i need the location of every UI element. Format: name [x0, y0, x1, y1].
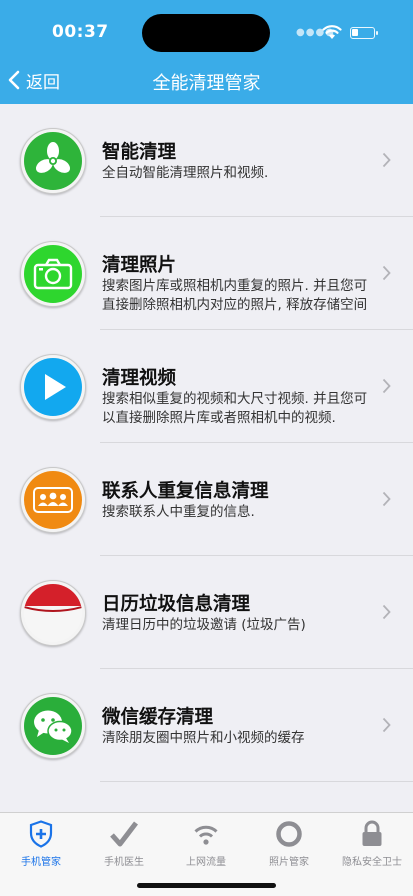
item-title: 日历垃圾信息清理 — [102, 594, 251, 615]
tab-label: 照片管家 — [269, 857, 309, 868]
item-description: 清除朋友圈中照片和小视频的缓存 — [102, 730, 305, 746]
item-icon-frame — [20, 128, 86, 194]
contacts-icon — [24, 471, 82, 529]
item-title: 清理视频 — [102, 368, 177, 389]
lock-icon — [362, 820, 382, 846]
ring-icon — [276, 821, 302, 847]
item-icon-frame — [20, 354, 86, 420]
tab-label: 手机医生 — [104, 857, 144, 868]
row-divider — [100, 781, 413, 782]
item-icon-frame — [20, 693, 86, 759]
tab-label: 手机管家 — [21, 857, 61, 868]
item-description: 搜索图片库或照相机内重复的照片. 并且您可直接删除照相机内对应的照片, 释放存储… — [102, 278, 368, 313]
navigation-bar: 返回 全能清理管家 — [0, 56, 413, 104]
chevron-right-icon — [382, 152, 391, 168]
fan-icon — [24, 132, 82, 190]
item-description: 搜索相似重复的视频和大尺寸视频. 并且您可以直接删除照片库或者照相机中的视频. — [102, 391, 368, 426]
tab-data-usage[interactable]: 上网流量 — [165, 819, 247, 871]
tab-photo-manager[interactable]: 照片管家 — [248, 819, 330, 871]
item-description: 清理日历中的垃圾邀请 (垃圾广告) — [102, 617, 306, 633]
item-icon-frame — [20, 467, 86, 533]
page-title: 全能清理管家 — [152, 73, 261, 94]
list-item-clean-videos[interactable]: 清理视频 搜索相似重复的视频和大尺寸视频. 并且您可以直接删除照片库或者照相机中… — [0, 330, 413, 443]
battery-icon — [350, 27, 378, 39]
tab-privacy-guard[interactable]: 隐私安全卫士 — [331, 819, 413, 871]
dynamic-island — [142, 14, 270, 52]
calendar-icon — [24, 584, 82, 642]
wifi-icon — [194, 825, 218, 845]
item-icon-frame — [20, 241, 86, 307]
feature-list: 智能清理 全自动智能清理照片和视频. 清理照片 搜索图片库或照相机内重复的照片.… — [0, 104, 413, 782]
tab-phone-manager[interactable]: 手机管家 — [0, 819, 82, 871]
item-description: 全自动智能清理照片和视频. — [102, 165, 269, 181]
wechat-icon — [24, 697, 82, 755]
list-item-clean-calendar[interactable]: 日历垃圾信息清理 清理日历中的垃圾邀请 (垃圾广告) — [0, 556, 413, 669]
item-title: 联系人重复信息清理 — [102, 481, 269, 502]
item-description: 搜索联系人中重复的信息. — [102, 504, 255, 520]
list-item-clean-wechat[interactable]: 微信缓存清理 清除朋友圈中照片和小视频的缓存 — [0, 669, 413, 782]
chevron-right-icon — [382, 378, 391, 394]
chevron-right-icon — [382, 265, 391, 281]
shield-plus-icon — [29, 820, 53, 848]
wifi-status-icon — [322, 25, 342, 39]
tab-phone-doctor[interactable]: 手机医生 — [83, 819, 165, 871]
list-item-clean-photos[interactable]: 清理照片 搜索图片库或照相机内重复的照片. 并且您可直接删除照相机内对应的照片,… — [0, 217, 413, 330]
play-icon — [24, 358, 82, 416]
chevron-right-icon — [382, 491, 391, 507]
item-title: 清理照片 — [102, 255, 177, 276]
chevron-right-icon — [382, 717, 391, 733]
list-item-clean-contacts[interactable]: 联系人重复信息清理 搜索联系人中重复的信息. — [0, 443, 413, 556]
list-item-smart-clean[interactable]: 智能清理 全自动智能清理照片和视频. — [0, 104, 413, 217]
chevron-right-icon — [382, 604, 391, 620]
tab-label: 隐私安全卫士 — [342, 857, 402, 868]
item-title: 智能清理 — [102, 142, 177, 163]
camera-icon — [24, 245, 82, 303]
item-title: 微信缓存清理 — [102, 707, 214, 728]
status-time: 00:37 — [52, 22, 109, 42]
checkmark-icon — [110, 821, 138, 847]
item-icon-frame — [20, 580, 86, 646]
status-bar: 00:37 ●●●● — [0, 0, 413, 56]
home-indicator[interactable] — [137, 883, 276, 888]
tab-label: 上网流量 — [186, 857, 226, 868]
